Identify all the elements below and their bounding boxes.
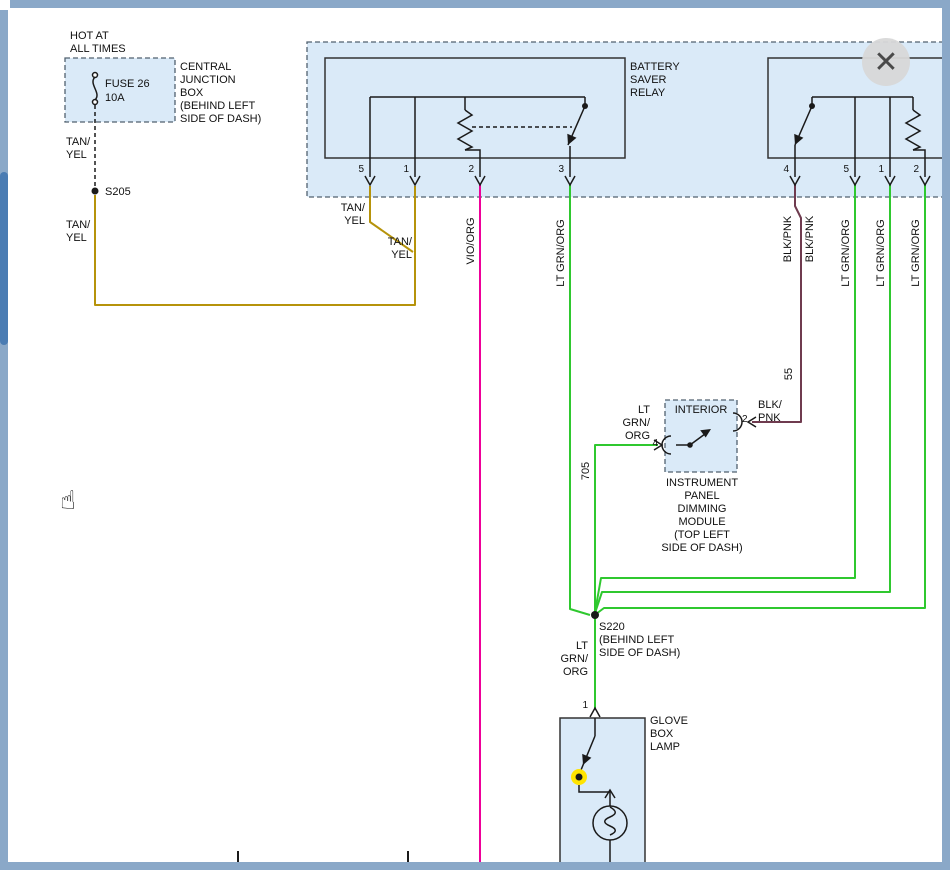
- wire-label-grn-4: LT GRN/ORG: [910, 219, 922, 286]
- interior-module-title: INTERIOR: [665, 404, 737, 417]
- viewer-window: HOT AT ALL TIMES FUSE 26 10A CENTRAL JUN…: [0, 0, 950, 870]
- cursor-pointer-icon: ☝: [60, 486, 76, 516]
- module-pin-2: 2: [742, 414, 756, 425]
- relay-title: BATTERY SAVER RELAY: [630, 61, 680, 100]
- wire-label-grn-3: LT GRN/ORG: [875, 219, 887, 286]
- wiring-diagram-svg: [8, 8, 942, 862]
- wires: [95, 184, 925, 862]
- s220-desc: (BEHIND LEFT SIDE OF DASH): [599, 634, 680, 660]
- wire-label-blk-pnk-2: BLK/PNK: [804, 216, 816, 262]
- relay-pin-right-3: 1: [870, 164, 884, 175]
- switch-contact-dot: [576, 774, 583, 781]
- wire-grn-pin3: [570, 184, 590, 615]
- wire-label-blk-pnk-1: BLK/PNK: [782, 216, 794, 262]
- fuse-rating-label: 10A: [105, 92, 125, 105]
- s205-label: S205: [105, 186, 131, 199]
- hot-label: HOT AT ALL TIMES: [70, 30, 126, 56]
- lamp-pin-1-label: 1: [574, 700, 588, 711]
- wire-label-tan-yel-2: TAN/ YEL: [66, 219, 90, 245]
- s205-splice-dot: [92, 188, 99, 195]
- wire-label-tan-yel-1: TAN/ YEL: [66, 136, 90, 162]
- diagram-layer: HOT AT ALL TIMES FUSE 26 10A CENTRAL JUN…: [8, 8, 942, 862]
- ipdm-label: INSTRUMENT PANEL DIMMING MODULE (TOP LEF…: [652, 477, 752, 555]
- diagram-canvas: HOT AT ALL TIMES FUSE 26 10A CENTRAL JUN…: [8, 8, 942, 862]
- wire-label-vio-org: VIO/ORG: [465, 217, 477, 264]
- module-switch-pivot: [687, 442, 693, 448]
- lamp-pin-arrow: [590, 708, 600, 717]
- fuse-terminal: [93, 73, 98, 78]
- glove-box-lamp-label: GLOVE BOX LAMP: [650, 715, 688, 754]
- s220-splice-dot: [591, 611, 599, 619]
- wire-label-grn-1: LT GRN/ORG: [555, 219, 567, 286]
- wire-label-tan-yel-3: TAN/ YEL: [325, 202, 365, 228]
- module-pin-4: 4: [644, 438, 658, 449]
- wire-label-grn-2: LT GRN/ORG: [840, 219, 852, 286]
- relay-pin-right-4: 2: [905, 164, 919, 175]
- wire-label-tan-yel-4: TAN/ YEL: [372, 236, 412, 262]
- relay-pin-right-1: 4: [775, 164, 789, 175]
- relay-pin-left-3: 2: [460, 164, 474, 175]
- bottom-wire-stubs: [238, 851, 408, 862]
- relay-pin-left-2: 1: [395, 164, 409, 175]
- relay-pin-right-2: 5: [835, 164, 849, 175]
- cjb-label: CENTRAL JUNCTION BOX (BEHIND LEFT SIDE O…: [180, 61, 261, 126]
- glove-box-lamp-box: [560, 718, 645, 862]
- wire-grn-705: [595, 445, 658, 612]
- wire-tan-yel-main: [95, 186, 415, 305]
- circuit-55-label: 55: [783, 368, 795, 380]
- fuse-terminal: [93, 100, 98, 105]
- component-boxes: [65, 42, 942, 862]
- circuit-705-label: 705: [580, 462, 592, 480]
- left-scrollbar-thumb[interactable]: [0, 172, 8, 345]
- s220-label: S220: [599, 621, 625, 634]
- wire-label-grn-stack-2: LT GRN/ ORG: [548, 640, 588, 679]
- wire-label-blk-pnk-stack: BLK/ PNK: [758, 399, 782, 425]
- fuse-name-label: FUSE 26: [105, 78, 150, 91]
- relay-pin-left-1: 5: [350, 164, 364, 175]
- relay-pin-left-4: 3: [550, 164, 564, 175]
- close-icon: ✕: [873, 45, 898, 80]
- close-button[interactable]: ✕: [862, 38, 910, 86]
